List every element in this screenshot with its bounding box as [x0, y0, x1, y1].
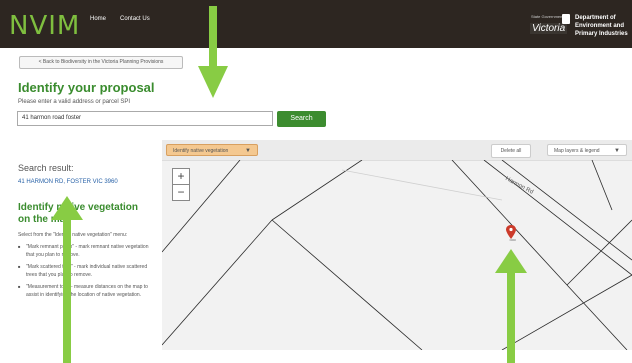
caret-down-icon: ▼	[245, 148, 251, 154]
address-input[interactable]: 41 harmon road foster	[17, 111, 273, 126]
list-item: "Mark remnant patch" - mark remnant nati…	[18, 243, 156, 259]
map-layers-label: Map layers & legend	[554, 148, 600, 154]
department-line-1: Department of	[575, 15, 616, 21]
map-canvas[interactable]	[162, 160, 632, 350]
map-toolbar: Identify native vegetation ▼ Delete all …	[162, 140, 632, 161]
top-nav: Home Contact Us	[90, 16, 150, 22]
top-header: NVIM Home Contact Us State Government Vi…	[0, 0, 632, 48]
list-item: "Mark scattered tree" - mark individual …	[18, 263, 156, 279]
page-title: Identify your proposal	[18, 80, 155, 95]
arrow-icon	[495, 249, 527, 363]
map-layers-dropdown[interactable]: Map layers & legend ▼	[547, 144, 627, 156]
instructions-list: "Mark remnant patch" - mark remnant nati…	[18, 243, 156, 303]
nav-contact-us[interactable]: Contact Us	[120, 16, 150, 22]
victoria-logo: State Government Victoria	[530, 14, 570, 38]
identify-dropdown-label: Identify native vegetation	[173, 148, 229, 154]
back-button[interactable]: < Back to Biodiversity in the Victoria P…	[19, 56, 183, 69]
identify-native-vegetation-dropdown[interactable]: Identify native vegetation ▼	[166, 144, 258, 156]
victoria-crest-icon	[562, 14, 570, 24]
delete-all-button[interactable]: Delete all	[491, 144, 531, 158]
victoria-logo-small-text: State Government	[531, 14, 564, 19]
parcel-boundaries	[162, 160, 632, 350]
nav-home[interactable]: Home	[90, 16, 106, 22]
search-button[interactable]: Search	[277, 111, 326, 127]
zoom-in-icon[interactable]: +	[173, 169, 189, 185]
instructions-heading: Identify native vegetation on the map	[18, 202, 139, 225]
department-line-2: Environment and	[575, 23, 625, 29]
instructions-intro: Select from the "Identify native vegetat…	[18, 232, 128, 238]
list-item: "Measurement tool" - measure distances o…	[18, 283, 156, 299]
caret-down-icon: ▼	[614, 148, 620, 154]
zoom-out-icon[interactable]: −	[173, 185, 189, 200]
department-name: Department of Environment and Primary In…	[575, 14, 628, 38]
zoom-control: + −	[172, 168, 190, 201]
map-pin-icon[interactable]	[506, 225, 516, 241]
arrow-icon	[51, 196, 83, 363]
search-result-heading: Search result:	[18, 163, 74, 173]
faint-road-line	[341, 169, 503, 201]
arrow-icon	[198, 6, 228, 98]
victoria-logo-word: Victoria	[530, 23, 568, 34]
brand-logo[interactable]: NVIM	[9, 11, 80, 41]
map-panel[interactable]: Identify native vegetation ▼ Delete all …	[162, 140, 632, 350]
department-line-3: Primary Industries	[575, 31, 628, 37]
address-prompt: Please enter a valid address or parcel S…	[18, 99, 131, 105]
search-result-link[interactable]: 41 HARMON RD, FOSTER VIC 3960	[18, 179, 118, 185]
